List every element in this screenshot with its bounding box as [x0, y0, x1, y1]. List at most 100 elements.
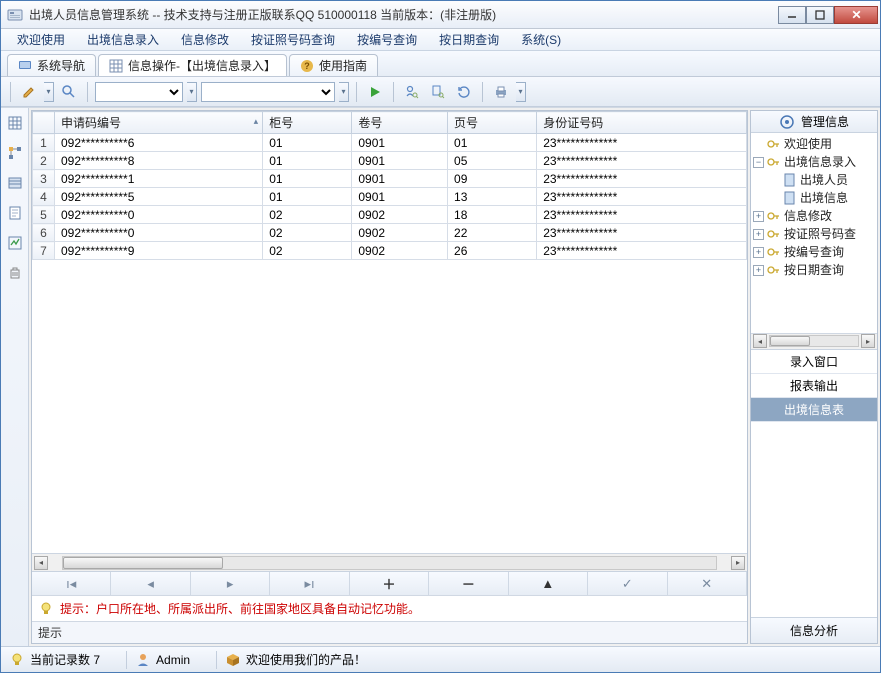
cell[interactable]: 02: [263, 242, 352, 260]
scroll-right-button[interactable]: ▸: [861, 334, 875, 348]
tree-node-entry-b[interactable]: 出境信息: [753, 189, 877, 207]
tab-user-guide[interactable]: ? 使用指南: [289, 54, 378, 76]
cell[interactable]: 23*************: [537, 224, 747, 242]
cell[interactable]: 092**********0: [55, 206, 263, 224]
cell[interactable]: 0901: [352, 134, 448, 152]
cell[interactable]: 092**********8: [55, 152, 263, 170]
print-dropdown-arrow[interactable]: ▾: [516, 82, 526, 102]
search-user-button[interactable]: [401, 81, 423, 103]
cell[interactable]: 01: [263, 134, 352, 152]
tree-node-query-date[interactable]: + 按日期查询: [753, 261, 877, 279]
expand-toggle[interactable]: +: [753, 211, 764, 222]
strip-doc-button[interactable]: [4, 202, 26, 224]
cell[interactable]: 092**********6: [55, 134, 263, 152]
filter1-dropdown-arrow[interactable]: ▾: [187, 82, 197, 102]
cell[interactable]: 09: [448, 170, 537, 188]
tab-system-nav[interactable]: 系统导航: [7, 54, 96, 76]
tab-info-operation[interactable]: 信息操作-【出境信息录入】: [98, 54, 287, 76]
strip-delete-button[interactable]: [4, 262, 26, 284]
row-number[interactable]: 6: [33, 224, 55, 242]
nav-add[interactable]: ＋: [350, 572, 429, 595]
cell[interactable]: 01: [263, 170, 352, 188]
cell[interactable]: 23*************: [537, 206, 747, 224]
strip-chart-button[interactable]: [4, 232, 26, 254]
strip-table-button[interactable]: [4, 172, 26, 194]
nav-delete[interactable]: －: [429, 572, 508, 595]
table-row[interactable]: 6092**********00209022223*************: [33, 224, 747, 242]
cell[interactable]: 23*************: [537, 242, 747, 260]
cell[interactable]: 23*************: [537, 170, 747, 188]
tree-node-welcome[interactable]: 欢迎使用: [753, 135, 877, 153]
refresh-button[interactable]: [453, 81, 475, 103]
menu-edit-info[interactable]: 信息修改: [171, 29, 239, 50]
tree-node-edit[interactable]: + 信息修改: [753, 207, 877, 225]
filter-select-1[interactable]: [95, 82, 183, 102]
cell[interactable]: 0901: [352, 152, 448, 170]
print-button[interactable]: [490, 81, 512, 103]
close-button[interactable]: [834, 6, 878, 24]
col-app-code[interactable]: 申请码编号▴: [55, 112, 263, 134]
strip-grid-button[interactable]: [4, 112, 26, 134]
filter2-dropdown-arrow[interactable]: ▾: [339, 82, 349, 102]
nav-cancel[interactable]: ✕: [668, 572, 747, 595]
cell[interactable]: 01: [448, 134, 537, 152]
scroll-track[interactable]: [62, 556, 717, 570]
row-number[interactable]: 7: [33, 242, 55, 260]
scroll-right-button[interactable]: ▸: [731, 556, 745, 570]
row-number[interactable]: 1: [33, 134, 55, 152]
cell[interactable]: 18: [448, 206, 537, 224]
cell[interactable]: 092**********0: [55, 224, 263, 242]
col-volume[interactable]: 卷号: [352, 112, 448, 134]
menu-entry-input[interactable]: 出境信息录入: [77, 29, 169, 50]
edit-button[interactable]: [18, 81, 40, 103]
table-row[interactable]: 5092**********00209021823*************: [33, 206, 747, 224]
table-row[interactable]: 3092**********10109010923*************: [33, 170, 747, 188]
scroll-thumb[interactable]: [770, 336, 810, 346]
run-button[interactable]: [364, 81, 386, 103]
scroll-left-button[interactable]: ◂: [34, 556, 48, 570]
scroll-left-button[interactable]: ◂: [753, 334, 767, 348]
nav-post[interactable]: ✓: [588, 572, 667, 595]
strip-tree-button[interactable]: [4, 142, 26, 164]
grid-horizontal-scrollbar[interactable]: ◂ ▸: [32, 553, 747, 571]
nav-prev[interactable]: ◂: [111, 572, 190, 595]
col-cabinet[interactable]: 柜号: [263, 112, 352, 134]
cell[interactable]: 0902: [352, 224, 448, 242]
menu-welcome[interactable]: 欢迎使用: [7, 29, 75, 50]
tree-node-entry-a[interactable]: 出境人员: [753, 171, 877, 189]
cell[interactable]: 23*************: [537, 188, 747, 206]
expand-toggle[interactable]: +: [753, 229, 764, 240]
right-panel-footer[interactable]: 信息分析: [751, 617, 877, 643]
nav-first[interactable]: ı◂: [32, 572, 111, 595]
cell[interactable]: 092**********1: [55, 170, 263, 188]
row-number[interactable]: 3: [33, 170, 55, 188]
cell[interactable]: 0902: [352, 242, 448, 260]
nav-last[interactable]: ▸ı: [270, 572, 349, 595]
menu-query-cert[interactable]: 按证照号码查询: [241, 29, 345, 50]
cell[interactable]: 0901: [352, 170, 448, 188]
list-item-input-window[interactable]: 录入窗口: [751, 350, 877, 374]
tree-node-query-cert[interactable]: + 按证照号码查: [753, 225, 877, 243]
cell[interactable]: 01: [263, 152, 352, 170]
scroll-track[interactable]: [769, 335, 859, 347]
col-page[interactable]: 页号: [448, 112, 537, 134]
cell[interactable]: 0901: [352, 188, 448, 206]
row-number[interactable]: 2: [33, 152, 55, 170]
cell[interactable]: 092**********9: [55, 242, 263, 260]
zoom-button[interactable]: [58, 81, 80, 103]
cell[interactable]: 02: [263, 206, 352, 224]
tree-horizontal-scrollbar[interactable]: ◂ ▸: [751, 333, 877, 349]
menu-system[interactable]: 系统(S): [511, 29, 571, 50]
edit-dropdown-arrow[interactable]: ▾: [44, 82, 54, 102]
col-id-number[interactable]: 身份证号码: [537, 112, 747, 134]
maximize-button[interactable]: [806, 6, 834, 24]
row-number[interactable]: 4: [33, 188, 55, 206]
menu-query-date[interactable]: 按日期查询: [429, 29, 509, 50]
filter-select-2[interactable]: [201, 82, 335, 102]
tree-node-query-code[interactable]: + 按编号查询: [753, 243, 877, 261]
list-item-exit-table[interactable]: 出境信息表: [751, 398, 877, 422]
table-row[interactable]: 4092**********50109011323*************: [33, 188, 747, 206]
tree-node-entry-input[interactable]: − 出境信息录入: [753, 153, 877, 171]
cell[interactable]: 13: [448, 188, 537, 206]
table-row[interactable]: 2092**********80109010523*************: [33, 152, 747, 170]
